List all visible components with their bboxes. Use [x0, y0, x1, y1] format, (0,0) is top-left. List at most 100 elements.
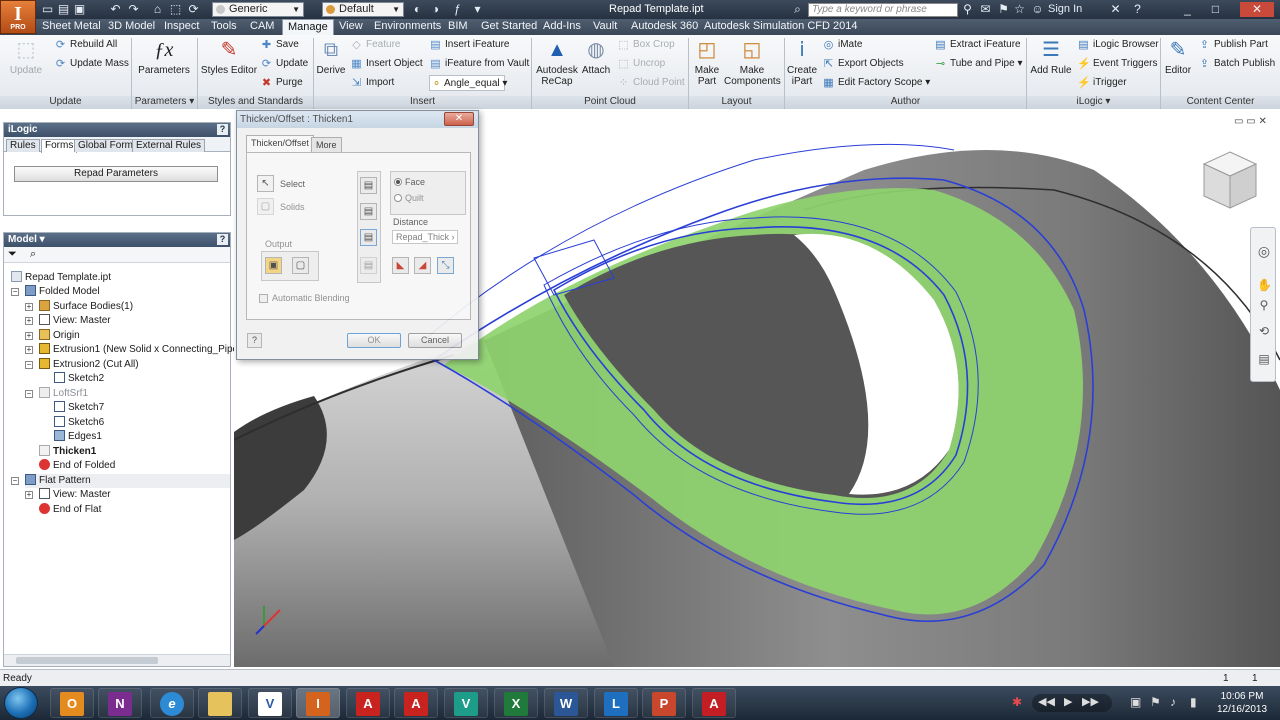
automatic-blending-checkbox[interactable] [259, 294, 268, 303]
make-part-button[interactable]: ◰ Make Part [690, 37, 724, 87]
tab-3d-model[interactable]: 3D Model [103, 19, 160, 35]
taskbar-lync[interactable]: L [594, 688, 638, 718]
taskbar-autocad[interactable]: A [346, 688, 390, 718]
update-icon[interactable]: ⟳ [186, 2, 201, 17]
model-panel-header[interactable]: Model ▾? [4, 233, 230, 247]
taskbar-explorer[interactable] [198, 688, 242, 718]
tree-item[interactable]: End of Flat [39, 503, 101, 517]
exchange-icon[interactable]: ✕ [1108, 2, 1123, 17]
look-at-icon[interactable]: ▤ [1257, 352, 1271, 366]
previous-icon[interactable]: ◀◀ [1038, 695, 1055, 708]
horizontal-scrollbar[interactable] [4, 654, 230, 666]
redo-icon[interactable]: ↷ [126, 2, 141, 17]
taskbar-onenote[interactable]: N [98, 688, 142, 718]
batch-publish-button[interactable]: ⇪ Batch Publish [1198, 56, 1275, 72]
expand-icon[interactable]: + [25, 332, 33, 340]
tree-item[interactable]: End of Folded [39, 459, 115, 473]
adjust-icon[interactable]: ◐ [410, 2, 425, 17]
pan-icon[interactable]: ✋ [1257, 278, 1272, 292]
start-button[interactable] [4, 687, 38, 719]
imate-button[interactable]: ◎ iMate [822, 37, 863, 53]
cancel-button[interactable]: Cancel [408, 333, 462, 348]
help-icon[interactable]: ? [217, 124, 228, 135]
ifeature-from-vault-button[interactable]: ▤ iFeature from Vault [429, 56, 529, 72]
tab-get-started[interactable]: Get Started [476, 19, 542, 35]
tab-tools[interactable]: Tools [206, 19, 242, 35]
zoom-icon[interactable]: ⚲ [1257, 298, 1271, 312]
direction-flip-1-icon[interactable]: ◣ [392, 257, 409, 274]
select-icon[interactable]: ⬚ [168, 2, 183, 17]
direction-2-icon[interactable]: ▤ [360, 203, 377, 220]
taskbar-excel[interactable]: X [494, 688, 538, 718]
direction-asymmetric-icon[interactable]: ▤ [360, 257, 377, 274]
distance-input[interactable]: Repad_Thick › [392, 230, 458, 244]
solids-icon[interactable]: ▢ [257, 198, 274, 215]
dialog-close-button[interactable]: ✕ [444, 112, 474, 126]
edit-factory-scope-button[interactable]: ▦ Edit Factory Scope ▾ [822, 75, 930, 91]
tree-item[interactable]: Repad Template.ipt [11, 271, 111, 285]
export-objects-button[interactable]: ⇱ Export Objects [822, 56, 904, 72]
ilogic-browser-button[interactable]: ▤ iLogic Browser [1077, 37, 1158, 53]
tray-flag-icon[interactable]: ⚑ [1150, 695, 1161, 709]
tab-thicken-offset[interactable]: Thicken/Offset [246, 135, 314, 152]
tree-item[interactable]: − Extrusion2 (Cut All) [25, 358, 139, 372]
direction-both-icon[interactable]: ⤡ [437, 257, 454, 274]
quilt-radio[interactable] [394, 194, 402, 202]
ok-button[interactable]: OK [347, 333, 401, 348]
tray-battery-icon[interactable]: ▮ [1190, 695, 1197, 709]
repad-parameters-button[interactable]: Repad Parameters [14, 166, 218, 182]
taskbar-vault-pro[interactable]: V [444, 688, 488, 718]
viewcube[interactable] [1200, 150, 1260, 214]
tab-inspect[interactable]: Inspect [159, 19, 204, 35]
undo-icon[interactable]: ↶ [108, 2, 123, 17]
application-menu-button[interactable]: I PRO [0, 0, 36, 34]
update-button[interactable]: ⬚ Update [6, 37, 46, 76]
tree-item[interactable]: Sketch2 [54, 372, 104, 386]
quick-access-dropdown-icon[interactable]: ▾ [470, 2, 485, 17]
extract-ifeature-button[interactable]: ▤ Extract iFeature [934, 37, 1020, 53]
make-components-button[interactable]: ◱ Make Components [724, 37, 781, 87]
derive-button[interactable]: ⧉ Derive [315, 37, 347, 76]
appearance-dropdown[interactable]: Default ▼ [322, 2, 404, 17]
home-icon[interactable]: ⌂ [150, 2, 165, 17]
content-center-editor-button[interactable]: ✎ Editor [1162, 37, 1194, 76]
maximize-icon[interactable]: □ [1208, 2, 1223, 17]
tree-item[interactable]: − Folded Model [11, 285, 100, 299]
tab-environments[interactable]: Environments [369, 19, 446, 35]
steering-wheel-icon[interactable]: ◎ [1257, 244, 1271, 258]
tab-view[interactable]: View [334, 19, 368, 35]
tab-autodesk-360[interactable]: Autodesk 360 [626, 19, 703, 35]
event-triggers-button[interactable]: ⚡ Event Triggers [1077, 56, 1157, 72]
taskbar-word[interactable]: W [544, 688, 588, 718]
tab-bim[interactable]: BIM [443, 19, 473, 35]
direction-symmetric-icon[interactable]: ▤ [360, 229, 377, 246]
direction-1-icon[interactable]: ▤ [360, 177, 377, 194]
angle-equal-dropdown[interactable]: ⚬ Angle_equal ▾ [429, 75, 507, 91]
filter-icon[interactable]: ⏷ [8, 248, 17, 261]
tube-and-pipe-button[interactable]: ⊸ Tube and Pipe ▾ [934, 56, 1023, 72]
search-icon[interactable]: ⚲ [960, 2, 975, 17]
expand-icon[interactable]: + [25, 346, 33, 354]
create-ipart-button[interactable]: ⅰ Create iPart [786, 37, 818, 87]
expand-icon[interactable]: + [25, 317, 33, 325]
taskbar-inventor[interactable]: I [296, 688, 340, 718]
styles-save-button[interactable]: ✚ Save [260, 37, 299, 53]
help-icon[interactable]: ? [1130, 2, 1145, 17]
expand-icon[interactable]: + [25, 491, 33, 499]
ilogic-panel-title[interactable]: iLogic ▾ [1027, 96, 1160, 109]
subscription-icon[interactable]: ⚑ [996, 2, 1011, 17]
attach-button[interactable]: ◍ Attach [580, 37, 612, 76]
tree-item[interactable]: Sketch7 [54, 401, 104, 415]
insert-ifeature-button[interactable]: ▤ Insert iFeature [429, 37, 509, 53]
output-surface-icon[interactable]: ▢ [292, 257, 309, 274]
expand-icon[interactable]: + [25, 303, 33, 311]
collapse-icon[interactable]: − [11, 477, 19, 485]
tree-item[interactable]: Edges1 [54, 430, 102, 444]
orbit-icon[interactable]: ⟲ [1257, 324, 1271, 338]
help-icon[interactable]: ? [217, 234, 228, 245]
rebuild-all-button[interactable]: ⟳ Rebuild All [54, 37, 117, 53]
favorites-icon[interactable]: ☆ [1012, 2, 1027, 17]
tree-item[interactable]: + Origin [25, 329, 80, 343]
itrigger-button[interactable]: ⚡ iTrigger [1077, 75, 1127, 91]
open-icon[interactable]: ▤ [56, 2, 71, 17]
